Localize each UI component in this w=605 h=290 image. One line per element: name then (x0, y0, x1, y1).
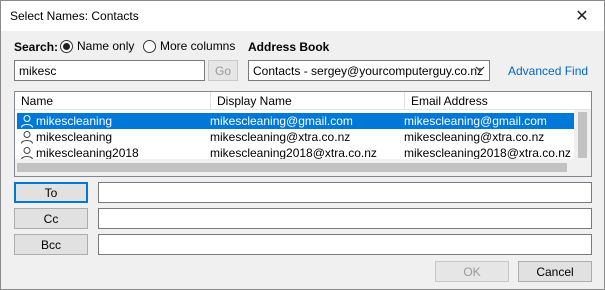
bcc-button[interactable]: Bcc (14, 234, 88, 255)
contact-name: mikescleaning (36, 114, 113, 128)
cancel-button[interactable]: Cancel (518, 261, 592, 282)
go-button[interactable]: Go (208, 60, 238, 81)
radio-selected-dot (63, 42, 70, 50)
chevron-down-icon (475, 64, 485, 77)
contact-email: mikescleaning@gmail.com (404, 114, 547, 128)
to-button-label: To (44, 185, 58, 200)
search-input[interactable]: mikesc (14, 60, 205, 81)
person-icon (21, 115, 33, 128)
contact-email: mikescleaning2018@xtra.co.nz (404, 146, 571, 160)
column-header-email[interactable]: Email Address (405, 92, 591, 110)
bcc-button-label: Bcc (40, 237, 61, 252)
vertical-scroll-thumb[interactable] (578, 112, 587, 158)
radio-more-columns[interactable]: More columns (143, 39, 235, 53)
cc-field[interactable] (98, 208, 592, 229)
go-button-label: Go (214, 63, 231, 78)
horizontal-scroll-thumb[interactable] (17, 163, 567, 172)
list-header: Name Display Name Email Address (15, 92, 591, 110)
to-button[interactable]: To (14, 182, 88, 203)
address-book-dropdown[interactable]: Contacts - sergey@yourcomputerguy.co.nz (248, 60, 490, 81)
window-title: Select Names: Contacts (10, 9, 139, 23)
title-bar: Select Names: Contacts ✕ (1, 1, 604, 31)
contact-display-name: mikescleaning@xtra.co.nz (210, 130, 351, 144)
radio-name-only[interactable]: Name only (60, 39, 134, 53)
contacts-list[interactable]: Name Display Name Email Address mikescle… (14, 91, 592, 177)
contact-name: mikescleaning (36, 130, 113, 144)
list-item[interactable]: mikescleaning mikescleaning@gmail.com mi… (17, 113, 574, 129)
cc-button-label: Cc (43, 211, 59, 226)
contact-display-name: mikescleaning@gmail.com (210, 114, 353, 128)
horizontal-scrollbar[interactable] (15, 159, 591, 176)
bcc-field[interactable] (98, 234, 592, 255)
contact-name: mikescleaning2018 (36, 146, 139, 160)
search-label: Search: (14, 40, 59, 54)
column-header-name[interactable]: Name (15, 92, 211, 110)
radio-name-only-indicator[interactable] (60, 39, 73, 53)
list-item[interactable]: mikescleaning mikescleaning@xtra.co.nz m… (17, 129, 574, 145)
radio-name-only-label: Name only (77, 39, 135, 53)
radio-more-columns-indicator[interactable] (143, 39, 156, 53)
advanced-find-link[interactable]: Advanced Find (508, 64, 588, 78)
contact-email: mikescleaning@xtra.co.nz (404, 130, 545, 144)
close-button[interactable]: ✕ (560, 1, 604, 31)
vertical-scrollbar[interactable] (574, 110, 591, 160)
address-book-label: Address Book (248, 40, 330, 54)
radio-more-columns-label: More columns (160, 39, 236, 53)
close-icon: ✕ (575, 8, 589, 25)
column-header-display-name[interactable]: Display Name (211, 92, 405, 110)
address-book-selected: Contacts - sergey@yourcomputerguy.co.nz (253, 64, 484, 78)
scroll-corner (574, 159, 591, 176)
person-icon (21, 131, 33, 144)
ok-button[interactable]: OK (435, 261, 509, 282)
ok-button-label: OK (463, 264, 481, 279)
contact-display-name: mikescleaning2018@xtra.co.nz (210, 146, 377, 160)
person-icon (21, 147, 33, 160)
cc-button[interactable]: Cc (14, 208, 88, 229)
to-field[interactable] (98, 182, 592, 203)
cancel-button-label: Cancel (536, 264, 574, 279)
select-names-dialog: Select Names: Contacts ✕ Search: Name on… (0, 0, 605, 290)
